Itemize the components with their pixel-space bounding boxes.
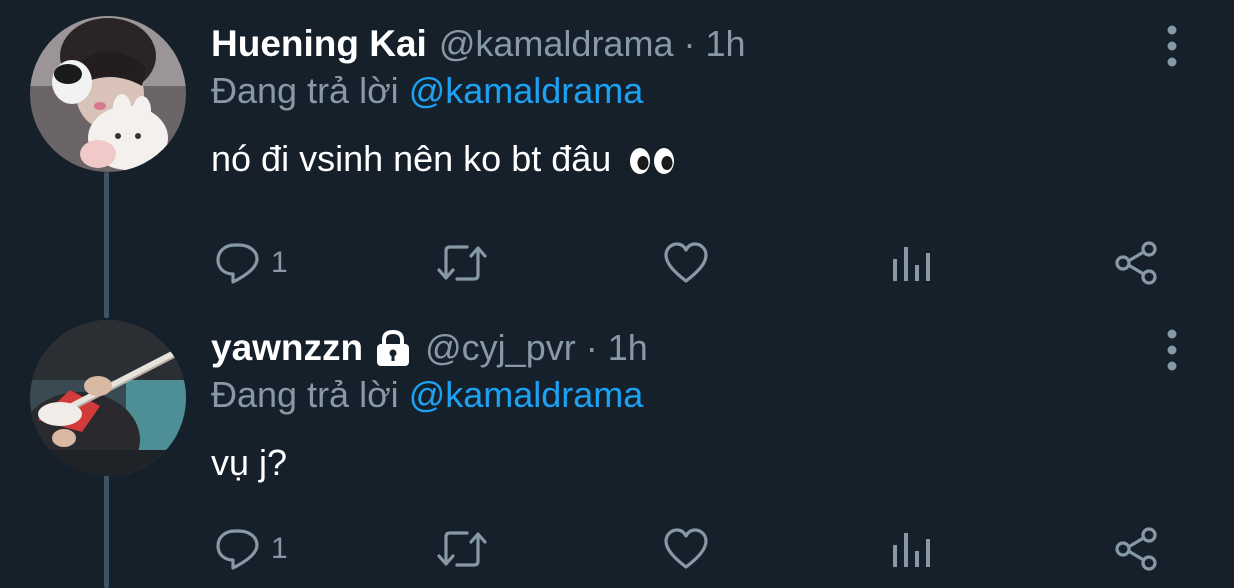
more-vertical-icon <box>1167 329 1177 371</box>
retweet-button[interactable] <box>437 524 487 574</box>
tweet-header: yawnzzn @cyj_pvr · 1h <box>211 320 648 376</box>
replying-to-label: Đang trả lời <box>211 70 399 111</box>
tweet[interactable]: yawnzzn @cyj_pvr · 1h Đang trả lời @kamal… <box>0 320 1234 588</box>
avatar-photo <box>30 16 186 172</box>
analytics-button[interactable] <box>891 524 931 574</box>
like-button[interactable] <box>663 238 709 288</box>
user-handle[interactable]: @kamaldrama <box>439 23 674 65</box>
analytics-icon <box>893 247 930 281</box>
reply-thread: Huening Kai @kamaldrama · 1h Đang trả lờ… <box>0 0 1234 588</box>
more-options-button[interactable] <box>1162 24 1182 68</box>
more-options-button[interactable] <box>1162 328 1182 372</box>
avatar[interactable] <box>30 16 186 172</box>
heart-icon <box>664 242 708 283</box>
replying-to: Đang trả lời @kamaldrama <box>211 70 643 112</box>
replying-to: Đang trả lời @kamaldrama <box>211 374 643 416</box>
separator-dot: · <box>683 23 696 64</box>
eyes-emoji-icon <box>630 148 675 175</box>
share-icon <box>1115 527 1157 571</box>
tweet[interactable]: Huening Kai @kamaldrama · 1h Đang trả lờ… <box>0 16 1234 306</box>
retweet-icon <box>437 245 487 281</box>
timestamp[interactable]: 1h <box>705 23 745 65</box>
lock-icon <box>377 329 410 366</box>
share-icon <box>1115 241 1157 285</box>
display-name[interactable]: Huening Kai <box>211 23 427 65</box>
share-button[interactable] <box>1113 238 1159 288</box>
user-handle[interactable]: @cyj_pvr <box>425 327 576 369</box>
avatar[interactable] <box>30 320 186 476</box>
reply-count: 1 <box>271 532 288 565</box>
separator-dot: · <box>585 327 598 368</box>
more-vertical-icon <box>1167 25 1177 67</box>
reply-button[interactable]: 1 <box>215 524 288 574</box>
tweet-text-content: vụ j? <box>211 442 288 483</box>
avatar-photo <box>30 320 186 476</box>
retweet-button[interactable] <box>437 238 487 288</box>
tweet-text: nó đi vsinh nên ko bt đâu <box>211 138 675 180</box>
mention-link[interactable]: @kamaldrama <box>409 70 644 111</box>
like-button[interactable] <box>663 524 709 574</box>
retweet-icon <box>437 531 487 567</box>
analytics-icon <box>893 533 930 567</box>
analytics-button[interactable] <box>891 238 931 288</box>
display-name[interactable]: yawnzzn <box>211 327 363 369</box>
heart-icon <box>664 528 708 569</box>
reply-count: 1 <box>271 246 288 279</box>
replying-to-label: Đang trả lời <box>211 374 399 415</box>
tweet-actions: 1 <box>211 238 1171 288</box>
mention-link[interactable]: @kamaldrama <box>409 374 644 415</box>
reply-button[interactable]: 1 <box>215 238 288 288</box>
tweet-text-content: nó đi vsinh nên ko bt đâu <box>211 138 612 179</box>
reply-icon <box>216 529 259 570</box>
tweet-actions: 1 <box>211 524 1171 574</box>
reply-icon <box>216 243 259 284</box>
tweet-text: vụ j? <box>211 442 287 484</box>
tweet-header: Huening Kai @kamaldrama · 1h <box>211 16 746 72</box>
share-button[interactable] <box>1113 524 1159 574</box>
timestamp[interactable]: 1h <box>608 327 648 369</box>
